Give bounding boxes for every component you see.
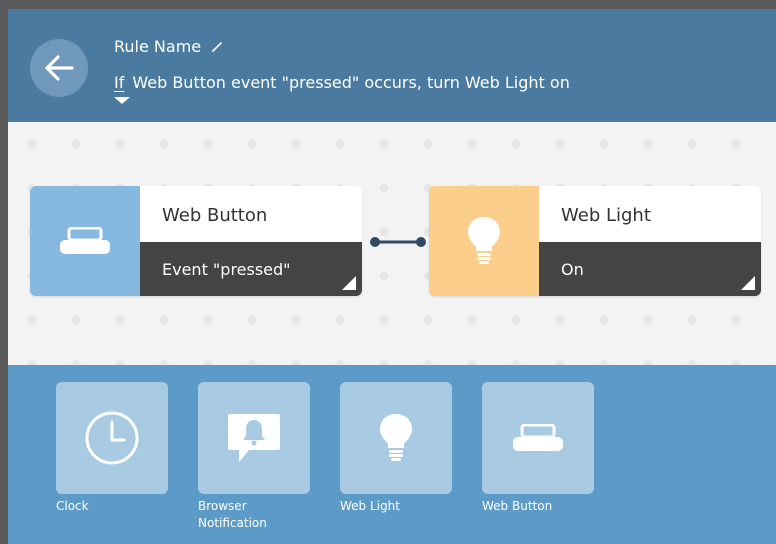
caret-down-icon bbox=[114, 97, 130, 104]
trigger-detail-label: Event "pressed" bbox=[162, 260, 291, 279]
action-icon-pane bbox=[429, 186, 539, 296]
rule-header: Rule Name If Web Button event "pressed" … bbox=[8, 9, 776, 122]
web-button-icon bbox=[513, 424, 563, 451]
if-dropdown[interactable]: If bbox=[114, 73, 130, 104]
arrow-left-icon bbox=[45, 55, 74, 81]
action-info: Web Light On bbox=[539, 186, 761, 296]
clock-icon bbox=[85, 411, 139, 465]
rule-description-text: Web Button event "pressed" occurs, turn … bbox=[132, 73, 570, 92]
palette-label-web-light: Web Light bbox=[340, 499, 400, 513]
action-title: Web Light bbox=[539, 186, 761, 242]
palette-item-browser-notification[interactable] bbox=[198, 382, 310, 494]
if-label: If bbox=[114, 73, 125, 92]
corner-resize-icon[interactable] bbox=[741, 276, 755, 290]
web-button-icon bbox=[60, 227, 110, 254]
lightbulb-icon bbox=[468, 217, 500, 264]
back-button[interactable] bbox=[30, 39, 88, 97]
palette-label-browser-notification: Browser Notification bbox=[198, 499, 267, 530]
action-detail-label: On bbox=[561, 260, 584, 279]
action-detail[interactable]: On bbox=[539, 242, 761, 296]
lightbulb-icon bbox=[380, 414, 412, 461]
trigger-info: Web Button Event "pressed" bbox=[140, 186, 362, 296]
action-block[interactable]: Web Light On bbox=[429, 186, 761, 296]
palette-item-web-button[interactable] bbox=[482, 382, 594, 494]
rule-canvas: Web Button Event "pressed" Web Light On bbox=[8, 122, 776, 365]
rule-name-label: Rule Name bbox=[114, 37, 202, 56]
trigger-block[interactable]: Web Button Event "pressed" bbox=[30, 186, 362, 296]
palette-label-web-button: Web Button bbox=[482, 499, 553, 513]
block-connector[interactable] bbox=[368, 235, 428, 249]
rule-name[interactable]: Rule Name bbox=[114, 37, 223, 56]
thing-palette: Clock Browser Notification Web Light Web… bbox=[8, 365, 776, 544]
trigger-title: Web Button bbox=[140, 186, 362, 242]
pencil-icon[interactable] bbox=[211, 41, 223, 53]
corner-resize-icon[interactable] bbox=[342, 276, 356, 290]
connector-end-dot bbox=[416, 237, 426, 247]
palette-item-clock[interactable] bbox=[56, 382, 168, 494]
browser-notification-icon bbox=[228, 414, 280, 462]
trigger-icon-pane bbox=[30, 186, 140, 296]
rule-description: If Web Button event "pressed" occurs, tu… bbox=[114, 73, 570, 104]
palette-label-clock: Clock bbox=[56, 499, 89, 513]
app-window: Rule Name If Web Button event "pressed" … bbox=[0, 0, 776, 544]
palette-item-web-light[interactable] bbox=[340, 382, 452, 494]
trigger-detail[interactable]: Event "pressed" bbox=[140, 242, 362, 296]
